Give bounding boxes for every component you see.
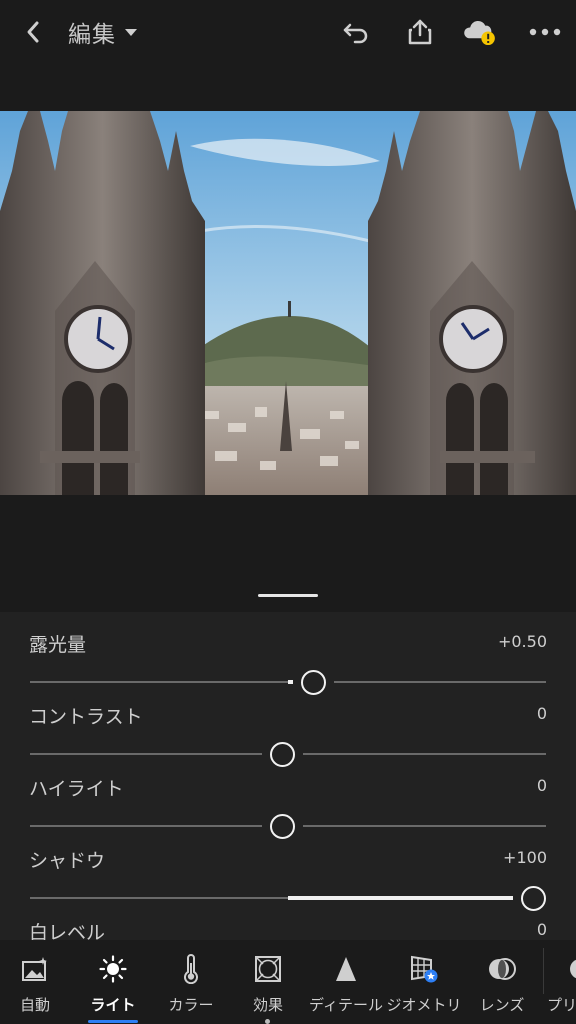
tab-auto[interactable]: 自動 [0, 940, 74, 1024]
back-chevron-icon [27, 21, 39, 43]
tab-presets[interactable]: プリセ [541, 940, 576, 1024]
slider-track [30, 825, 262, 827]
slider-track [30, 753, 262, 755]
edit-mode-dropdown[interactable]: 編集 [68, 14, 138, 50]
slider-value: +100 [503, 848, 547, 867]
tab-effects[interactable]: 効果 [229, 940, 307, 1024]
lens-icon [487, 954, 517, 984]
slider-row-whites: 白レベル 0 [0, 900, 576, 940]
undo-button[interactable] [338, 14, 374, 50]
bottom-tab-bar: 自動 ライト カラー 効果 ディテール ジオメトリ レンズ プリ [0, 940, 576, 1024]
light-adjustments-panel: 露光量 +0.50 コントラスト 0 ハイライト 0 シャドウ +100 白レベ… [0, 612, 576, 940]
tab-label: プリセ [547, 996, 576, 1014]
presets-icon [565, 954, 576, 984]
caret-down-icon [125, 29, 137, 36]
slider-value: 0 [536, 704, 547, 723]
tab-lens[interactable]: レンズ [463, 940, 541, 1024]
slider-row-highlights: ハイライト 0 [0, 756, 576, 839]
geometry-icon [409, 954, 439, 984]
slider-track [302, 825, 546, 827]
more-button[interactable] [527, 14, 563, 50]
tab-detail[interactable]: ディテール [307, 940, 385, 1024]
panel-drag-handle[interactable] [258, 594, 318, 597]
cloud-sync-button[interactable] [462, 14, 498, 50]
tab-label: レンズ [479, 996, 525, 1014]
cloud-warning-icon [464, 20, 495, 46]
slider-track [30, 681, 293, 683]
more-icon [529, 28, 561, 36]
auto-photo-icon [20, 954, 50, 984]
slider-label: シャドウ [29, 850, 106, 872]
sun-icon [98, 954, 128, 984]
active-tab-indicator [88, 1020, 138, 1023]
slider-label: コントラスト [29, 706, 143, 728]
slider-label: ハイライト [29, 778, 124, 800]
triangle-icon [331, 954, 361, 984]
slider-value: +0.50 [497, 632, 547, 651]
thermometer-icon [176, 954, 206, 984]
page-title: 編集 [68, 22, 116, 48]
slider-row-exposure: 露光量 +0.50 [0, 612, 576, 695]
slider-value: 0 [536, 920, 547, 939]
tab-geometry[interactable]: ジオメトリ [385, 940, 463, 1024]
vignette-icon [253, 954, 283, 984]
share-button[interactable] [402, 14, 438, 50]
slider-track [334, 681, 546, 683]
slider-label: 白レベル [29, 922, 106, 940]
photo-preview[interactable] [0, 111, 576, 495]
slider-value: 0 [536, 776, 547, 795]
tab-light[interactable]: ライト [74, 940, 152, 1024]
share-icon [408, 19, 432, 45]
slider-row-contrast: コントラスト 0 [0, 684, 576, 767]
undo-icon [343, 23, 368, 44]
tab-bar-divider [543, 948, 544, 994]
tab-modified-dot [265, 1019, 270, 1024]
back-button[interactable] [18, 14, 48, 50]
slider-track [302, 753, 546, 755]
top-bar: 編集 [0, 0, 576, 64]
slider-label: 露光量 [29, 634, 87, 656]
slider-row-shadows: シャドウ +100 [0, 828, 576, 911]
